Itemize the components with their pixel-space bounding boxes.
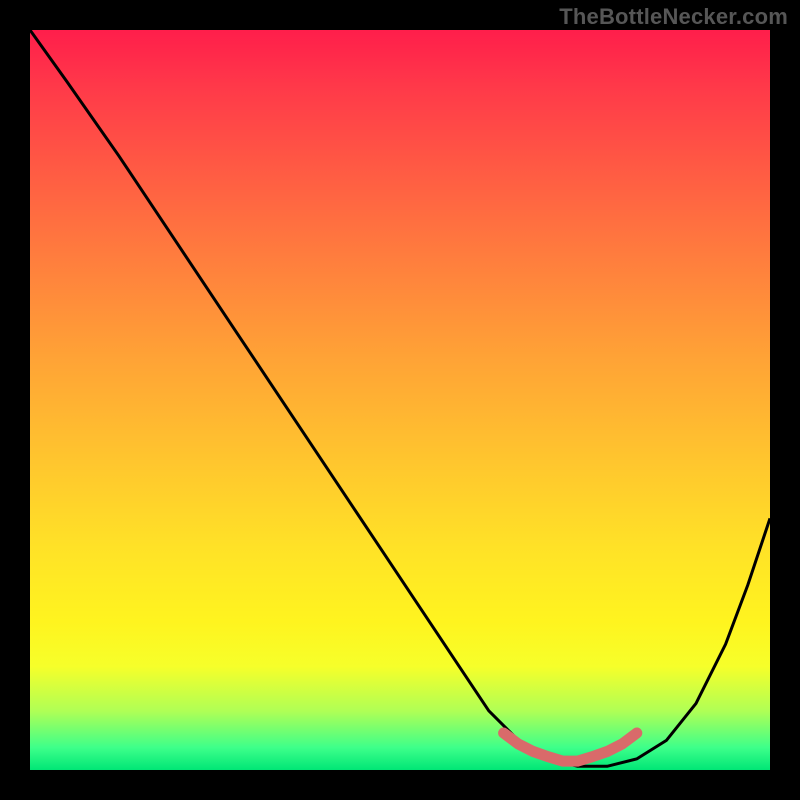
- plot-area: [30, 30, 770, 770]
- bottleneck-curve-path: [30, 30, 770, 766]
- attribution-label: TheBottleNecker.com: [559, 4, 788, 30]
- curve-svg: [30, 30, 770, 770]
- marker-band-path: [504, 733, 637, 761]
- chart-frame: TheBottleNecker.com: [0, 0, 800, 800]
